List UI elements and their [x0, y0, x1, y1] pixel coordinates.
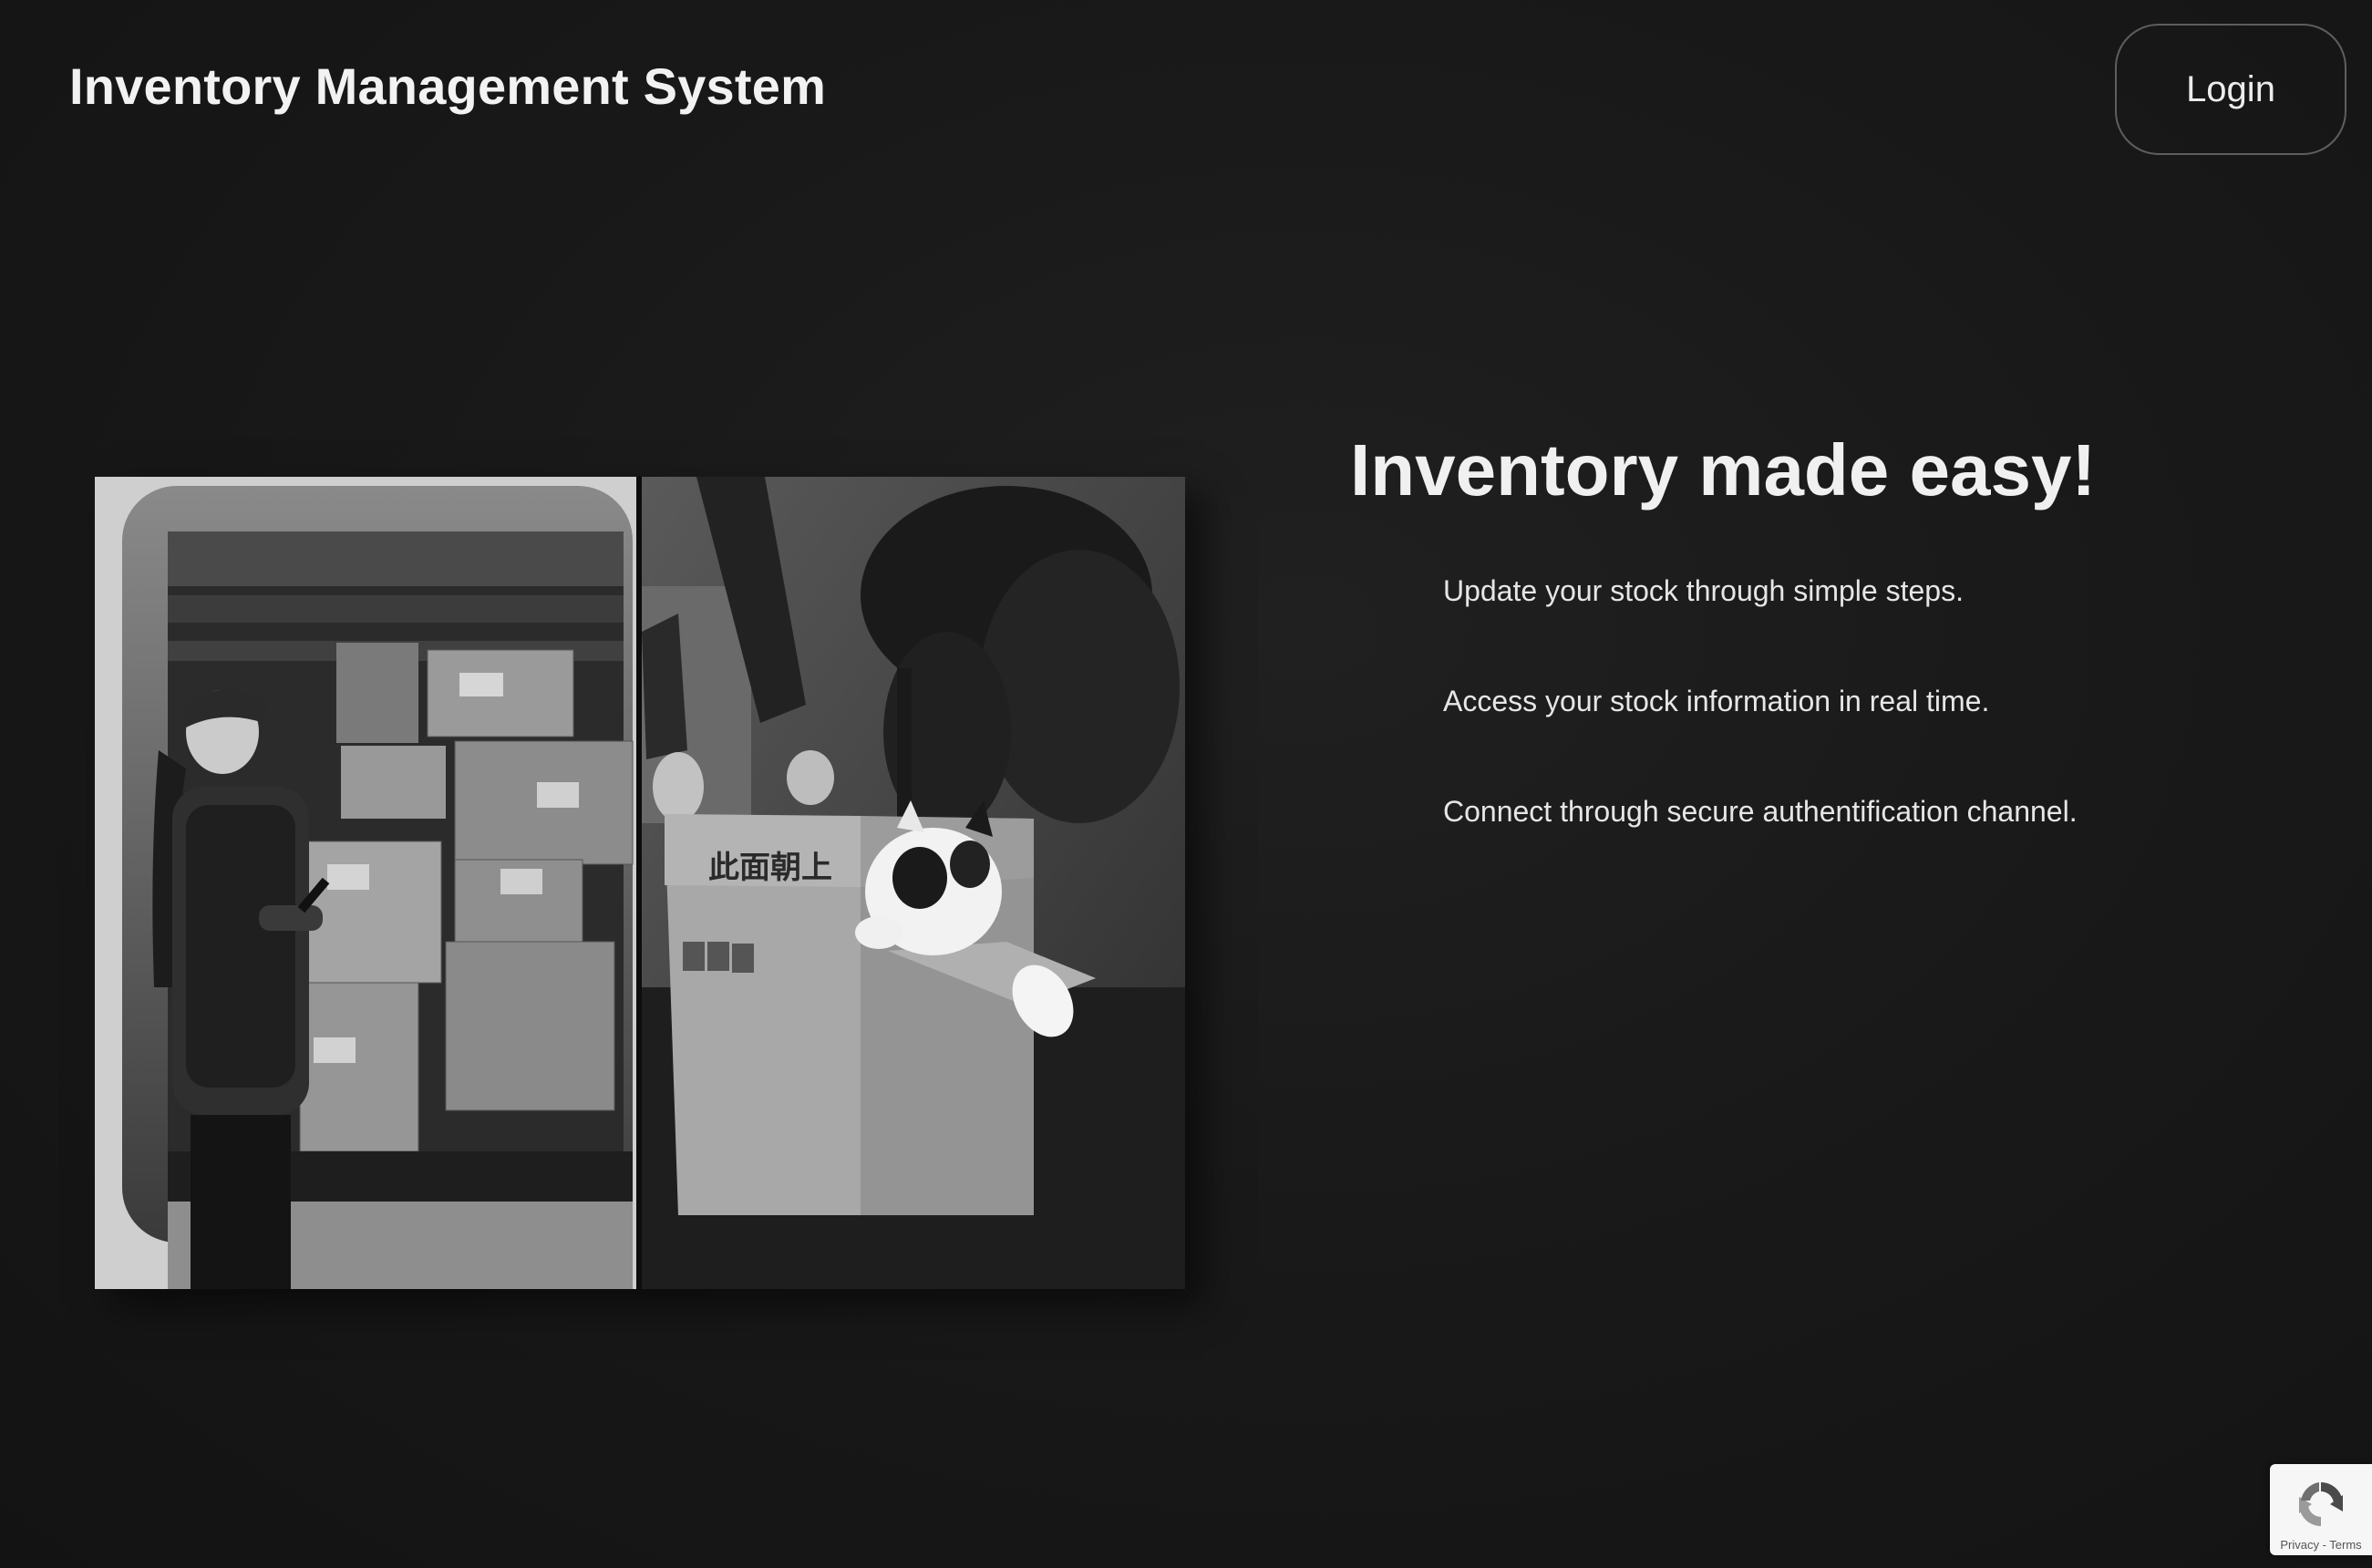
login-button[interactable]: Login — [2115, 24, 2346, 155]
privacy-link[interactable]: Privacy — [2280, 1538, 2319, 1552]
recaptcha-links: Privacy - Terms — [2270, 1538, 2372, 1552]
box-label-text: 此面朝上 — [708, 850, 832, 886]
link-separator: - — [2318, 1538, 2330, 1552]
feature-item: Connect through secure authentification … — [1443, 795, 2078, 828]
terms-link[interactable]: Terms — [2329, 1538, 2361, 1552]
recaptcha-icon — [2299, 1482, 2343, 1526]
van-photo — [95, 477, 636, 1289]
cat-box-photo: 此面朝上 — [642, 477, 1185, 1289]
app-title: Inventory Management System — [69, 57, 827, 115]
hero-title: Inventory made easy! — [1350, 429, 2097, 511]
recaptcha-badge[interactable]: Privacy - Terms — [2270, 1464, 2372, 1555]
hero-image: 此面朝上 — [95, 477, 1185, 1289]
feature-item: Update your stock through simple steps. — [1443, 574, 1964, 607]
feature-list: Update your stock through simple steps. … — [1443, 574, 2078, 905]
feature-item: Access your stock information in real ti… — [1443, 685, 1990, 717]
